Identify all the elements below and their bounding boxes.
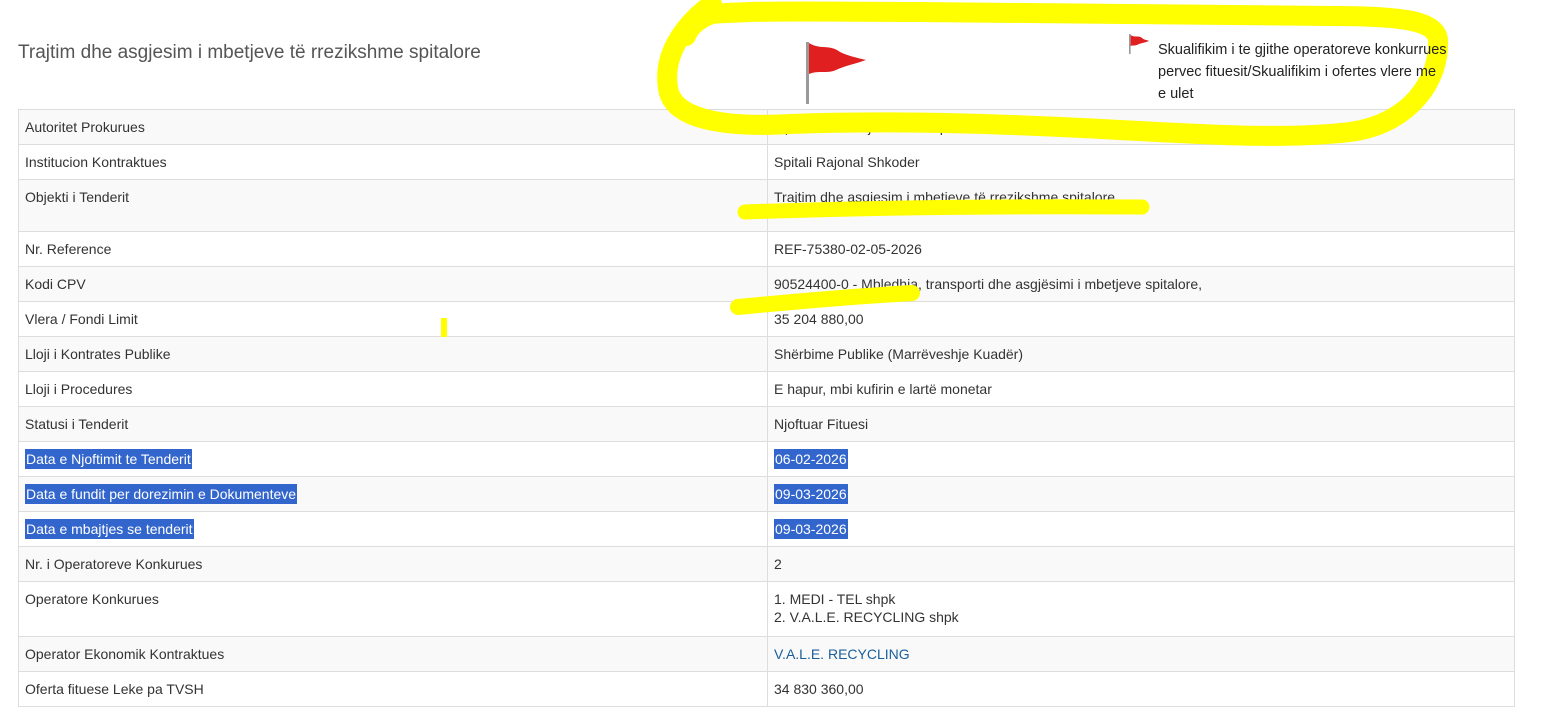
tender-details-table: Autoritet Prokurues Operatori i Blerjeve… (18, 109, 1515, 707)
row-value: 34 830 360,00 (767, 671, 1515, 707)
table-row: Oferta fituese Leke pa TVSH 34 830 360,0… (18, 671, 1515, 707)
selected-text: Data e Njoftimit te Tenderit (25, 449, 192, 469)
table-row: Operator Ekonomik Kontraktues V.A.L.E. R… (18, 636, 1515, 672)
row-value: V.A.L.E. RECYCLING (767, 636, 1515, 672)
row-label: Institucion Kontraktues (18, 144, 768, 180)
row-label: Vlera / Fondi Limit (18, 301, 768, 337)
table-row: Nr. Reference REF-75380-02-05-2026 (18, 231, 1515, 267)
row-label: Nr. Reference (18, 231, 768, 267)
row-label: Kodi CPV (18, 266, 768, 302)
table-row: Objekti i Tenderit Trajtim dhe asgjesim … (18, 179, 1515, 232)
row-value: Trajtim dhe asgjesim i mbetjeve të rrezi… (767, 179, 1515, 232)
red-flag-icon (806, 42, 866, 104)
row-value: 06-02-2026 (767, 441, 1515, 477)
table-row: Vlera / Fondi Limit 35 204 880,00 (18, 301, 1515, 337)
table-row: Statusi i Tenderit Njoftuar Fituesi (18, 406, 1515, 442)
selected-text: 06-02-2026 (774, 449, 848, 469)
row-value: Operatori i Blerjeve të Përqendruara (767, 109, 1515, 145)
row-label: Autoritet Prokurues (18, 109, 768, 145)
table-row: Lloji i Kontrates Publike Shërbime Publi… (18, 336, 1515, 372)
operator-item: 1. MEDI - TEL shpk (774, 591, 896, 607)
row-value: Spitali Rajonal Shkoder (767, 144, 1515, 180)
row-label: Data e Njoftimit te Tenderit (18, 441, 768, 477)
row-label: Operator Ekonomik Kontraktues (18, 636, 768, 672)
row-value: REF-75380-02-05-2026 (767, 231, 1515, 267)
table-row: Kodi CPV 90524400-0 - Mbledhja, transpor… (18, 266, 1515, 302)
table-row: Autoritet Prokurues Operatori i Blerjeve… (18, 109, 1515, 145)
row-label: Oferta fituese Leke pa TVSH (18, 671, 768, 707)
operator-item: 2. V.A.L.E. RECYCLING shpk (774, 609, 959, 625)
row-value: 90524400-0 - Mbledhja, transporti dhe as… (767, 266, 1515, 302)
row-value: Shërbime Publike (Marrëveshje Kuadër) (767, 336, 1515, 372)
selected-text: 09-03-2026 (774, 519, 848, 539)
selected-text: 09-03-2026 (774, 484, 848, 504)
row-label: Lloji i Procedures (18, 371, 768, 407)
row-label: Lloji i Kontrates Publike (18, 336, 768, 372)
table-row: Operatore Konkurues 1. MEDI - TEL shpk 2… (18, 581, 1515, 637)
row-label: Data e fundit per dorezimin e Dokumentev… (18, 476, 768, 512)
row-value: 09-03-2026 (767, 476, 1515, 512)
table-row: Data e Njoftimit te Tenderit 06-02-2026 (18, 441, 1515, 477)
row-label: Nr. i Operatoreve Konkurues (18, 546, 768, 582)
row-value: 35 204 880,00 (767, 301, 1515, 337)
table-row: Data e mbajtjes se tenderit 09-03-2026 (18, 511, 1515, 547)
table-row: Data e fundit per dorezimin e Dokumentev… (18, 476, 1515, 512)
small-red-flag-icon (1129, 34, 1149, 54)
row-value: 09-03-2026 (767, 511, 1515, 547)
table-row: Lloji i Procedures E hapur, mbi kufirin … (18, 371, 1515, 407)
selected-text: Data e mbajtjes se tenderit (25, 519, 194, 539)
row-value: Njoftuar Fituesi (767, 406, 1515, 442)
row-label: Statusi i Tenderit (18, 406, 768, 442)
annotation-note: Skualifikim i te gjithe operatoreve konk… (1158, 42, 1447, 102)
row-value: E hapur, mbi kufirin e lartë monetar (767, 371, 1515, 407)
row-value: 2 (767, 546, 1515, 582)
row-value-list: 1. MEDI - TEL shpk 2. V.A.L.E. RECYCLING… (767, 581, 1515, 637)
contractor-link[interactable]: V.A.L.E. RECYCLING (774, 646, 910, 662)
table-row: Nr. i Operatoreve Konkurues 2 (18, 546, 1515, 582)
row-label: Operatore Konkurues (18, 581, 768, 637)
row-label: Objekti i Tenderit (18, 179, 768, 232)
page-title: Trajtim dhe asgjesim i mbetjeve të rrezi… (18, 42, 481, 63)
table-row: Institucion Kontraktues Spitali Rajonal … (18, 144, 1515, 180)
row-label: Data e mbajtjes se tenderit (18, 511, 768, 547)
selected-text: Data e fundit per dorezimin e Dokumentev… (25, 484, 298, 504)
